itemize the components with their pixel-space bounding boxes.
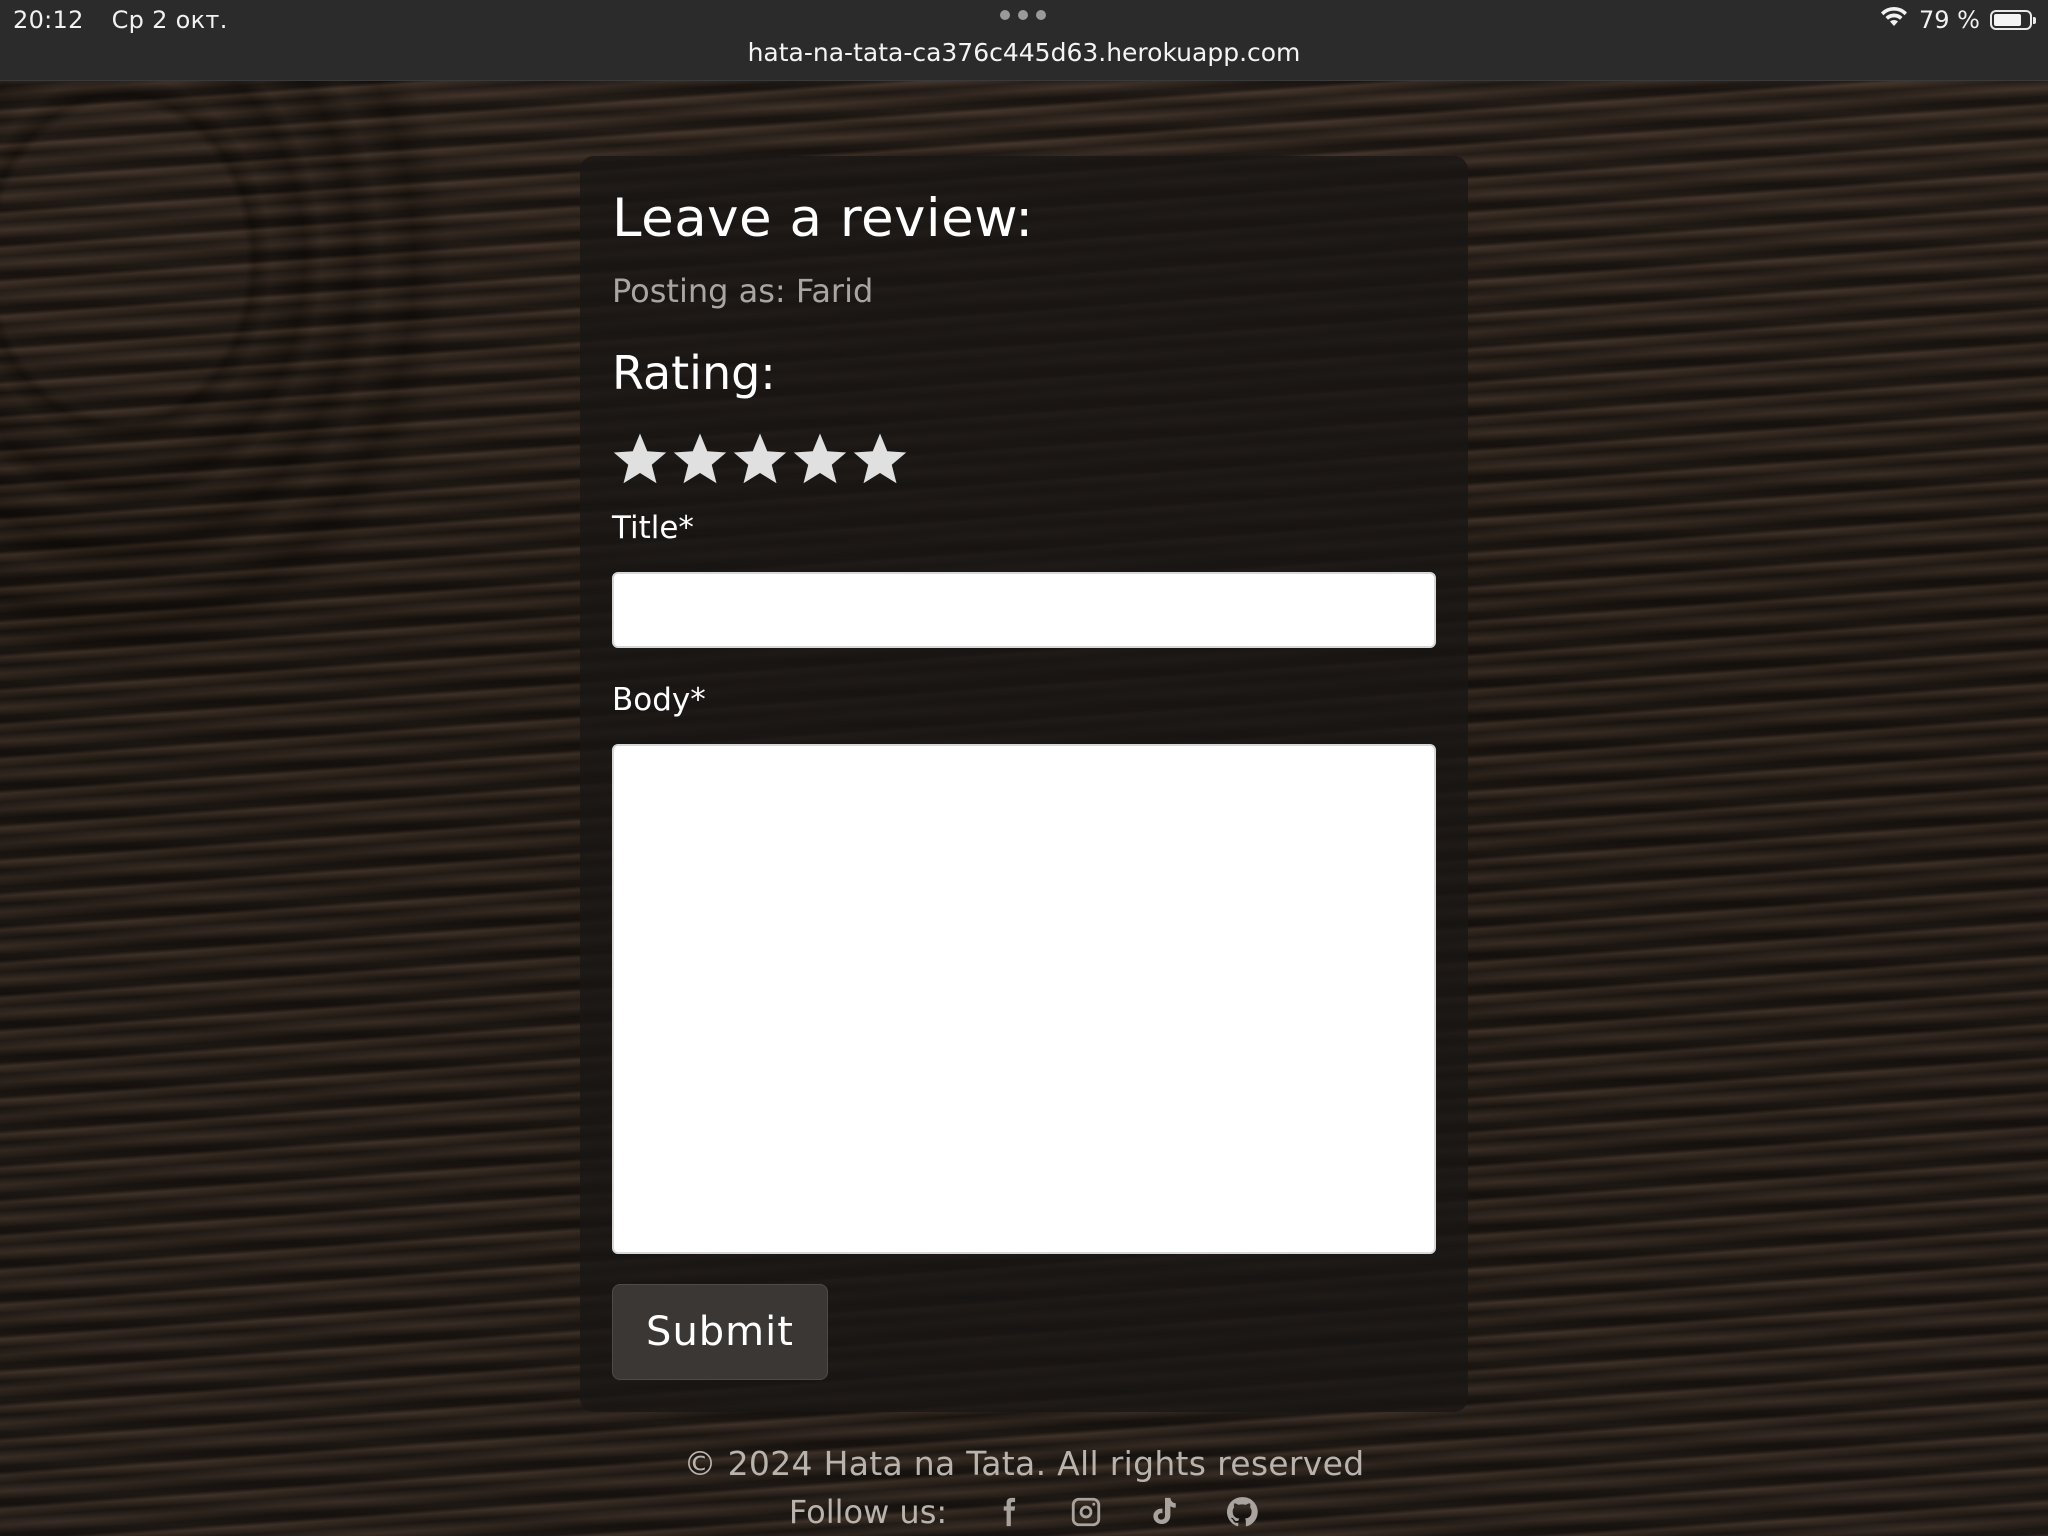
tiktok-icon[interactable] xyxy=(1147,1495,1181,1529)
facebook-icon[interactable] xyxy=(991,1495,1025,1529)
star-icon[interactable] xyxy=(790,428,850,490)
star-icon[interactable] xyxy=(610,428,670,490)
page-title: Leave a review: xyxy=(612,188,1034,249)
body-textarea[interactable] xyxy=(612,744,1436,1254)
status-left: 20:12 Ср 2 окт. xyxy=(13,6,248,34)
star-icon[interactable] xyxy=(730,428,790,490)
footer: © 2024 Hata na Tata. All rights reserved… xyxy=(0,1444,2048,1531)
follow-label: Follow us: xyxy=(788,1493,948,1531)
status-date: Ср 2 окт. xyxy=(111,6,228,34)
star-icon[interactable] xyxy=(670,428,730,490)
body-label: Body* xyxy=(612,682,706,718)
title-input[interactable] xyxy=(612,572,1436,648)
title-label: Title* xyxy=(612,510,694,546)
rating-heading: Rating: xyxy=(612,346,776,400)
wifi-icon xyxy=(1879,6,1909,34)
follow-us: Follow us: xyxy=(0,1493,2048,1531)
copyright-text: © 2024 Hata na Tata. All rights reserved xyxy=(683,1444,1365,1483)
review-card: Leave a review: Posting as: Farid Rating… xyxy=(580,156,1468,1412)
rating-stars xyxy=(610,428,910,490)
status-time: 20:12 xyxy=(13,6,84,34)
browser-top-bar: 20:12 Ср 2 окт. hata-na-tata-ca376c445d6… xyxy=(0,0,2048,81)
address-bar[interactable]: hata-na-tata-ca376c445d63.herokuapp.com xyxy=(0,38,2048,67)
battery-percent: 79 % xyxy=(1919,6,1980,34)
instagram-icon[interactable] xyxy=(1069,1495,1103,1529)
github-icon[interactable] xyxy=(1225,1495,1259,1529)
submit-button[interactable]: Submit xyxy=(612,1284,828,1380)
status-right: 79 % xyxy=(1879,6,2036,34)
more-dots-icon[interactable] xyxy=(1000,10,1046,20)
posting-as-text: Posting as: Farid xyxy=(612,272,874,310)
battery-icon xyxy=(1990,10,2036,30)
star-icon[interactable] xyxy=(850,428,910,490)
